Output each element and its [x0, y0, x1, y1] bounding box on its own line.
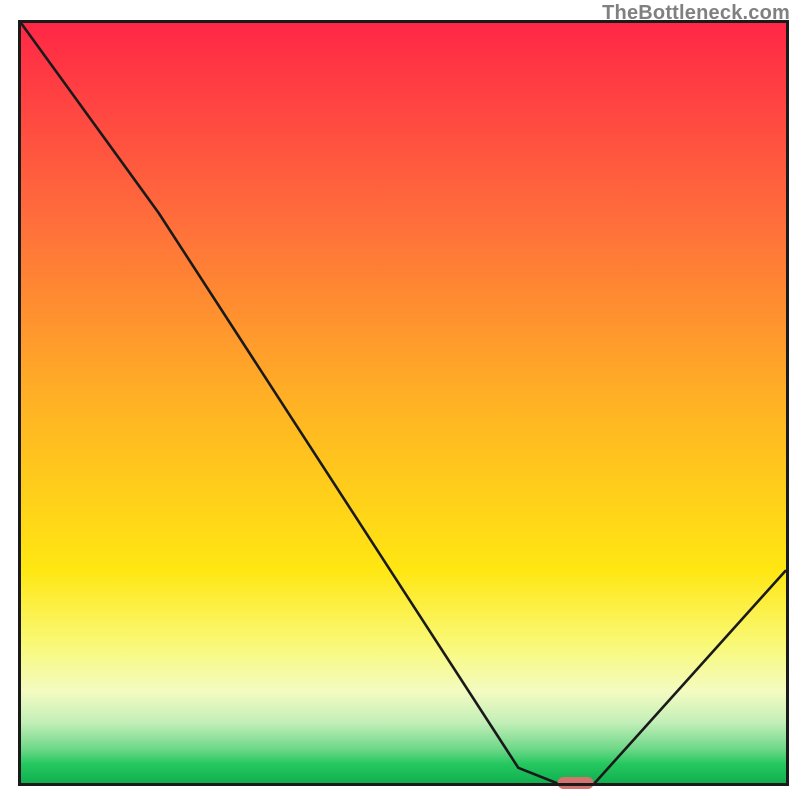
watermark-text: TheBottleneck.com	[602, 2, 790, 25]
chart-container: TheBottleneck.com	[0, 0, 800, 800]
bottleneck-chart	[0, 0, 800, 800]
gradient-background	[21, 23, 786, 783]
